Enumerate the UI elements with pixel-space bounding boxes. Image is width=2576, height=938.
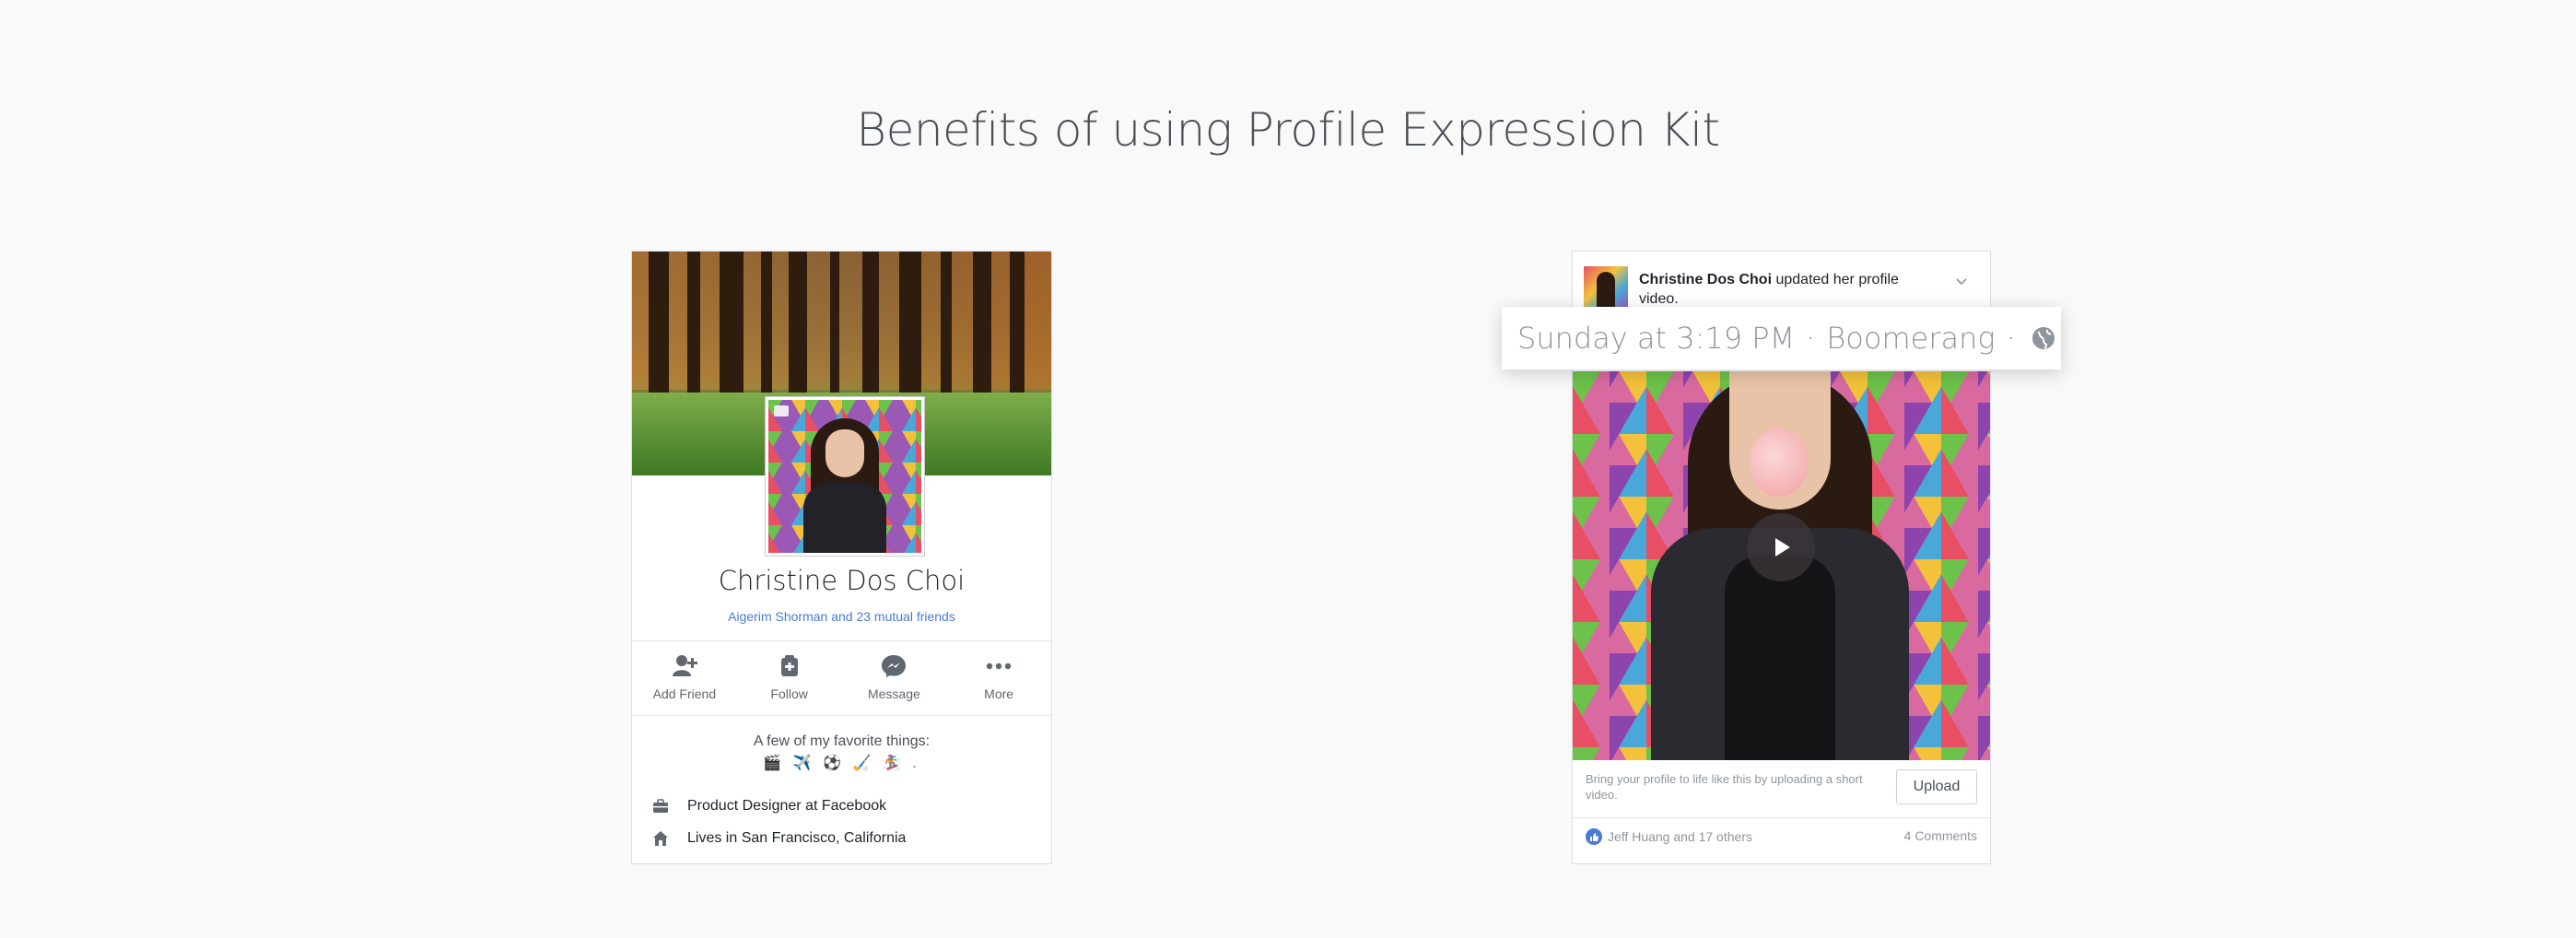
- like-icon: [1586, 828, 1602, 845]
- chevron-down-icon[interactable]: [1954, 274, 1969, 288]
- post-headline: Christine Dos Choi updated her profile v…: [1639, 270, 1925, 309]
- info-row-home: Lives in San Francisco, California: [652, 827, 906, 850]
- info-row-work: Product Designer at Facebook: [652, 795, 886, 817]
- profile-video-avatar[interactable]: [766, 397, 924, 556]
- briefcase-icon: [653, 799, 668, 813]
- play-icon: [1775, 538, 1790, 557]
- globe-icon[interactable]: [2031, 325, 2056, 351]
- play-button[interactable]: [1747, 513, 1815, 581]
- author-name[interactable]: Christine Dos Choi: [1639, 272, 1772, 287]
- add-friend-button[interactable]: Add Friend: [638, 641, 731, 715]
- follow-icon: [780, 655, 798, 676]
- likes-text: Jeff Huang and 17 others: [1608, 829, 1752, 844]
- profile-card: Christine Dos Choi Aigerim Shorman and 2…: [631, 251, 1052, 864]
- favorites-title: A few of my favorite things:: [753, 733, 931, 749]
- comments-link[interactable]: 4 Comments: [1904, 828, 1977, 843]
- more-label: More: [984, 686, 1014, 701]
- follow-label: Follow: [770, 686, 808, 701]
- add-friend-icon: [672, 655, 697, 676]
- profile-name[interactable]: Christine Dos Choi: [632, 565, 1051, 596]
- more-icon: [986, 662, 1012, 670]
- more-button[interactable]: More: [953, 641, 1045, 715]
- mutual-friends-link[interactable]: Aigerim Shorman and 23 mutual friends: [632, 609, 1051, 624]
- message-button[interactable]: Message: [848, 641, 940, 715]
- message-label: Message: [867, 686, 920, 701]
- upload-button[interactable]: Upload: [1896, 769, 1977, 804]
- follow-button[interactable]: Follow: [744, 641, 836, 715]
- upload-prompt-text: Bring your profile to life like this by …: [1586, 772, 1863, 802]
- separator-dot: ·: [1806, 321, 1816, 356]
- post-source: Boomerang: [1826, 321, 1996, 356]
- separator-dot-2: ·: [2006, 321, 2016, 356]
- timestamp-callout: Sunday at 3:19 PM · Boomerang ·: [1502, 307, 2061, 369]
- page-title: Benefits of using Profile Expression Kit: [856, 102, 1720, 157]
- favorites-emoji: 🎬 ✈️ ⚽ 🏑 🏂 .: [763, 756, 920, 771]
- home-icon: [653, 831, 668, 846]
- info-home-text[interactable]: Lives in San Francisco, California: [687, 830, 906, 847]
- profile-video[interactable]: [1573, 371, 1990, 760]
- messenger-icon: [882, 655, 907, 677]
- add-friend-label: Add Friend: [652, 686, 717, 701]
- likes-summary[interactable]: Jeff Huang and 17 others: [1586, 828, 1752, 845]
- author-avatar[interactable]: [1584, 266, 1628, 309]
- info-work-text[interactable]: Product Designer at Facebook: [687, 798, 886, 815]
- video-icon: [774, 405, 789, 416]
- post-time[interactable]: Sunday at 3:19 PM: [1517, 321, 1795, 356]
- profile-actions: Add Friend Follow Message More: [632, 640, 1051, 716]
- upload-prompt-bar: Bring your profile to life like this by …: [1573, 760, 1990, 818]
